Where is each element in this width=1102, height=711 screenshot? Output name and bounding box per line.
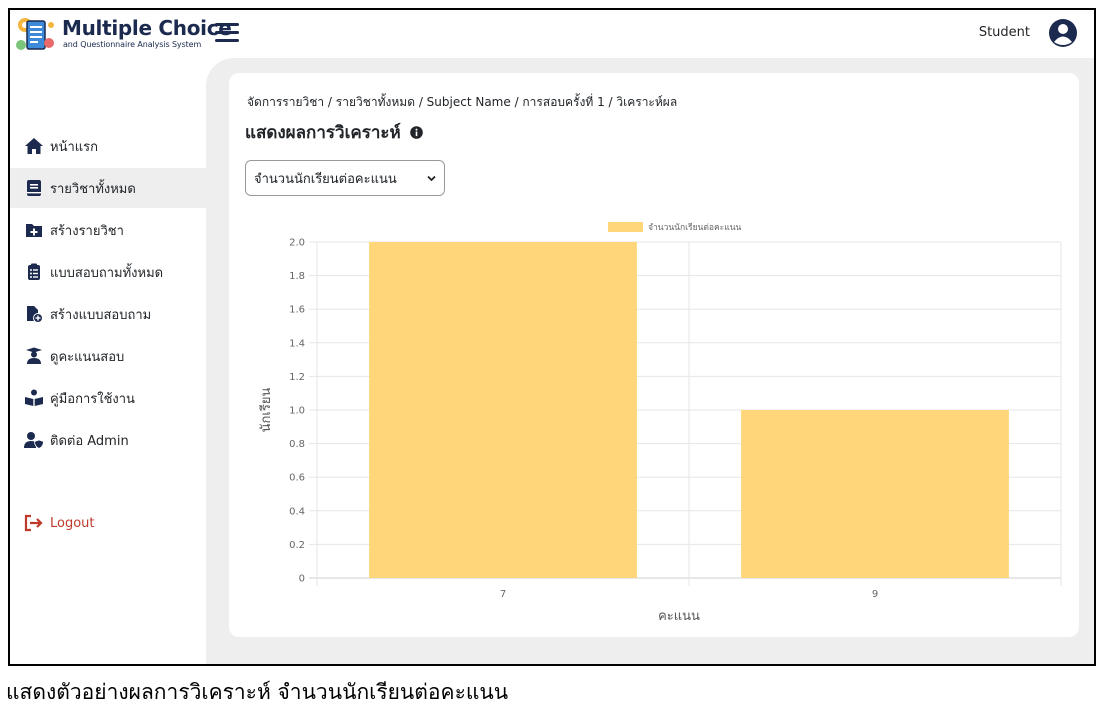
logout-button[interactable]: Logout <box>10 503 206 543</box>
book-icon <box>27 180 41 196</box>
y-tick-label: 1.0 <box>289 406 305 417</box>
y-tick-label: 0.2 <box>289 540 305 551</box>
clipboard-list-icon <box>28 263 40 280</box>
file-plus-icon <box>27 306 43 323</box>
user-shield-icon <box>24 432 44 449</box>
y-tick-label: 1.8 <box>289 271 305 282</box>
sidebar-item-label: ติดต่อ Admin <box>50 433 129 449</box>
sidebar-item-label: ดูคะแนนสอบ <box>50 349 125 365</box>
y-tick-label: 1.2 <box>289 372 305 383</box>
sidebar-item-label: สร้างรายวิชา <box>50 223 124 239</box>
app-subtitle: and Questionnaire Analysis System <box>63 40 202 49</box>
hamburger-menu-icon[interactable] <box>215 23 239 43</box>
graduate-icon <box>26 347 42 364</box>
sidebar-item-all-questionnaires[interactable]: แบบสอบถามทั้งหมด <box>10 252 206 292</box>
legend-label[interactable]: จำนวนนักเรียนต่อคะแนน <box>648 222 742 233</box>
logout-label: Logout <box>50 515 95 531</box>
home-icon <box>25 138 43 154</box>
legend-swatch[interactable] <box>608 222 643 232</box>
sidebar: หน้าแรก รายวิชาทั้งหมด สร้างรายวิชา แบบส… <box>10 58 206 664</box>
bar-9[interactable] <box>741 410 1009 578</box>
y-tick-label: 1.6 <box>289 305 305 316</box>
content-card: จัดการรายวิชา / รายวิชาทั้งหมด / Subject… <box>229 73 1079 637</box>
sidebar-item-create-subject[interactable]: สร้างรายวิชา <box>10 210 206 250</box>
logout-icon <box>24 514 43 532</box>
x-tick-label: 9 <box>872 589 878 600</box>
sidebar-item-manual[interactable]: คู่มือการใช้งาน <box>10 378 206 418</box>
sidebar-item-view-scores[interactable]: ดูคะแนนสอบ <box>10 336 206 376</box>
reading-icon <box>25 389 43 406</box>
sidebar-item-label: หน้าแรก <box>50 139 98 155</box>
y-axis-label: นักเรียน <box>258 388 274 433</box>
sidebar-item-label: แบบสอบถามทั้งหมด <box>50 265 164 281</box>
y-tick-labels: 0 0.2 0.4 0.6 0.8 1.0 1.2 1.4 1.6 1.8 2.0 <box>289 238 305 585</box>
y-tick-label: 0.8 <box>289 439 305 450</box>
x-tick-label: 7 <box>500 589 506 600</box>
y-tick-label: 0.6 <box>289 473 305 484</box>
y-tick-label: 0.4 <box>289 506 305 517</box>
app-window: Multiple Choice and Questionnaire Analys… <box>8 8 1096 666</box>
bar-chart: 00.20.40.60.81.01.21.41.61.82.0 79 จำนวน… <box>258 222 1062 624</box>
logo-icon <box>16 18 54 50</box>
top-header: Multiple Choice and Questionnaire Analys… <box>10 10 1094 58</box>
sidebar-item-home[interactable]: หน้าแรก <box>10 126 206 166</box>
x-tick-labels: 79 <box>500 589 878 600</box>
bar-7[interactable] <box>369 242 637 578</box>
x-axis-label: คะแนน <box>658 609 700 624</box>
app-title: Multiple Choice <box>62 16 232 40</box>
figure-caption: แสดงตัวอย่างผลการวิเคราะห์ จำนวนนักเรียน… <box>6 680 509 704</box>
y-tick-label: 1.4 <box>289 338 305 349</box>
sidebar-item-create-questionnaire[interactable]: สร้างแบบสอบถาม <box>10 294 206 334</box>
y-tick-label: 0 <box>299 574 305 585</box>
y-tick-label: 2.0 <box>289 238 305 249</box>
user-name: Student <box>978 25 1030 40</box>
sidebar-item-label: รายวิชาทั้งหมด <box>50 181 136 197</box>
sidebar-item-contact-admin[interactable]: ติดต่อ Admin <box>10 420 206 460</box>
sidebar-item-all-subjects[interactable]: รายวิชาทั้งหมด <box>10 168 206 208</box>
user-avatar-icon[interactable] <box>1048 18 1078 48</box>
sidebar-item-label: คู่มือการใช้งาน <box>50 391 135 407</box>
sidebar-item-label: สร้างแบบสอบถาม <box>50 307 152 323</box>
folder-plus-icon <box>26 224 42 237</box>
